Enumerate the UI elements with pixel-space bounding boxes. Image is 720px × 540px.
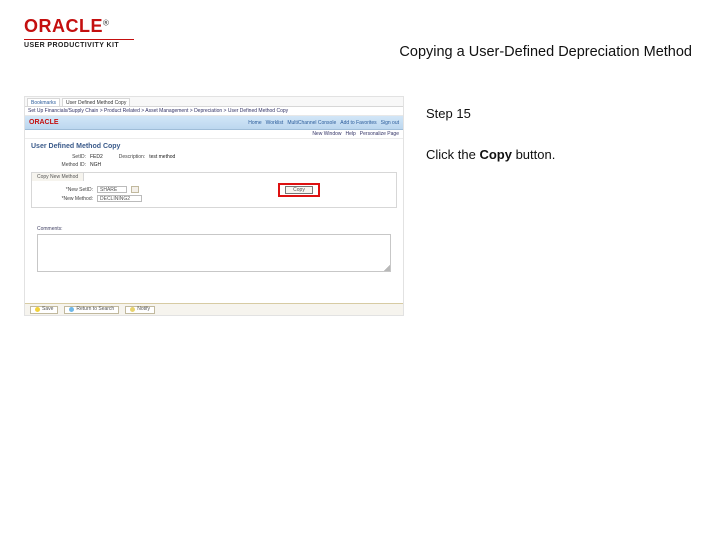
instruction-panel: Step 15 Click the Copy button.: [426, 96, 700, 316]
save-icon: [35, 307, 40, 312]
sub-header: New Window Help Personalize Page: [25, 130, 403, 139]
link-favorites[interactable]: Add to Favorites: [340, 120, 376, 126]
value-setid: FED2: [90, 154, 103, 160]
value-method: NGH: [90, 162, 101, 168]
instruction-post: button.: [512, 147, 555, 162]
notify-button[interactable]: Notify: [125, 306, 155, 314]
page-title: Copying a User-Defined Depreciation Meth…: [399, 44, 692, 60]
link-multichannel[interactable]: MultiChannel Console: [287, 120, 336, 126]
trademark-symbol: ®: [103, 19, 109, 28]
link-new-window[interactable]: New Window: [312, 131, 341, 137]
ribbon-links: Home Worklist MultiChannel Console Add t…: [248, 120, 399, 126]
section-copy: Copy New Method *New SetID: SHARE *New M…: [31, 172, 397, 208]
tab-method-copy[interactable]: User Defined Method Copy: [62, 98, 130, 106]
label-new-setid: *New SetID:: [38, 187, 93, 193]
link-home[interactable]: Home: [248, 120, 261, 126]
instruction-text: Click the Copy button.: [426, 147, 700, 162]
notify-label: Notify: [137, 306, 150, 313]
row-method: Method ID: NGH: [31, 162, 397, 168]
label-new-method: *New Method:: [38, 196, 93, 202]
instruction-bold: Copy: [479, 147, 512, 162]
logo-divider: [24, 39, 134, 40]
return-button[interactable]: Return to Search: [64, 306, 119, 314]
instruction-pre: Click the: [426, 147, 479, 162]
app-screenshot: Bookmarks User Defined Method Copy Set U…: [24, 96, 404, 316]
link-signout[interactable]: Sign out: [381, 120, 399, 126]
content-area: Bookmarks User Defined Method Copy Set U…: [24, 96, 700, 316]
copy-button[interactable]: Copy: [285, 186, 313, 194]
product-line: USER PRODUCTIVITY KIT: [24, 42, 134, 49]
section-tab-label: Copy New Method: [32, 173, 84, 181]
save-button[interactable]: Save: [30, 306, 58, 314]
link-personalize[interactable]: Personalize Page: [360, 131, 399, 137]
textarea-comments[interactable]: [37, 234, 391, 272]
save-label: Save: [42, 306, 53, 313]
section-body: *New SetID: SHARE *New Method: DECLINING…: [32, 181, 396, 207]
return-icon: [69, 307, 74, 312]
page-header: ORACLE® USER PRODUCTIVITY KIT Copying a …: [0, 16, 720, 64]
link-worklist[interactable]: Worklist: [266, 120, 284, 126]
label-comments: Comments:: [31, 226, 397, 232]
notify-icon: [130, 307, 135, 312]
form-title: User Defined Method Copy: [25, 139, 403, 152]
input-new-method[interactable]: DECLINING2: [97, 195, 142, 202]
value-description: test method: [149, 154, 175, 160]
input-new-setid[interactable]: SHARE: [97, 186, 127, 193]
bottom-toolbar: Save Return to Search Notify: [25, 303, 403, 315]
row-new-setid: *New SetID: SHARE: [38, 186, 390, 193]
step-label: Step 15: [426, 106, 700, 121]
label-setid: SetID:: [31, 154, 86, 160]
label-description: Description:: [119, 154, 145, 160]
oracle-mini-logo: ORACLE: [29, 119, 59, 126]
row-new-method: *New Method: DECLINING2: [38, 195, 390, 202]
label-method: Method ID:: [31, 162, 86, 168]
return-label: Return to Search: [76, 306, 114, 313]
resize-handle-icon[interactable]: [384, 265, 390, 271]
row-setid: SetID: FED2 Description: test method: [31, 154, 397, 160]
browser-tabbar: Bookmarks User Defined Method Copy: [25, 97, 403, 107]
oracle-wordmark: ORACLE: [24, 16, 103, 36]
ribbon-brand: ORACLE: [29, 119, 59, 126]
link-help[interactable]: Help: [346, 131, 356, 137]
form-area: SetID: FED2 Description: test method Met…: [25, 154, 403, 272]
oracle-logo: ORACLE® USER PRODUCTIVITY KIT: [24, 16, 134, 49]
tab-bookmarks[interactable]: Bookmarks: [27, 98, 60, 106]
app-ribbon: ORACLE Home Worklist MultiChannel Consol…: [25, 116, 403, 130]
breadcrumb[interactable]: Set Up Financials/Supply Chain > Product…: [25, 107, 403, 116]
lookup-icon[interactable]: [131, 186, 139, 193]
